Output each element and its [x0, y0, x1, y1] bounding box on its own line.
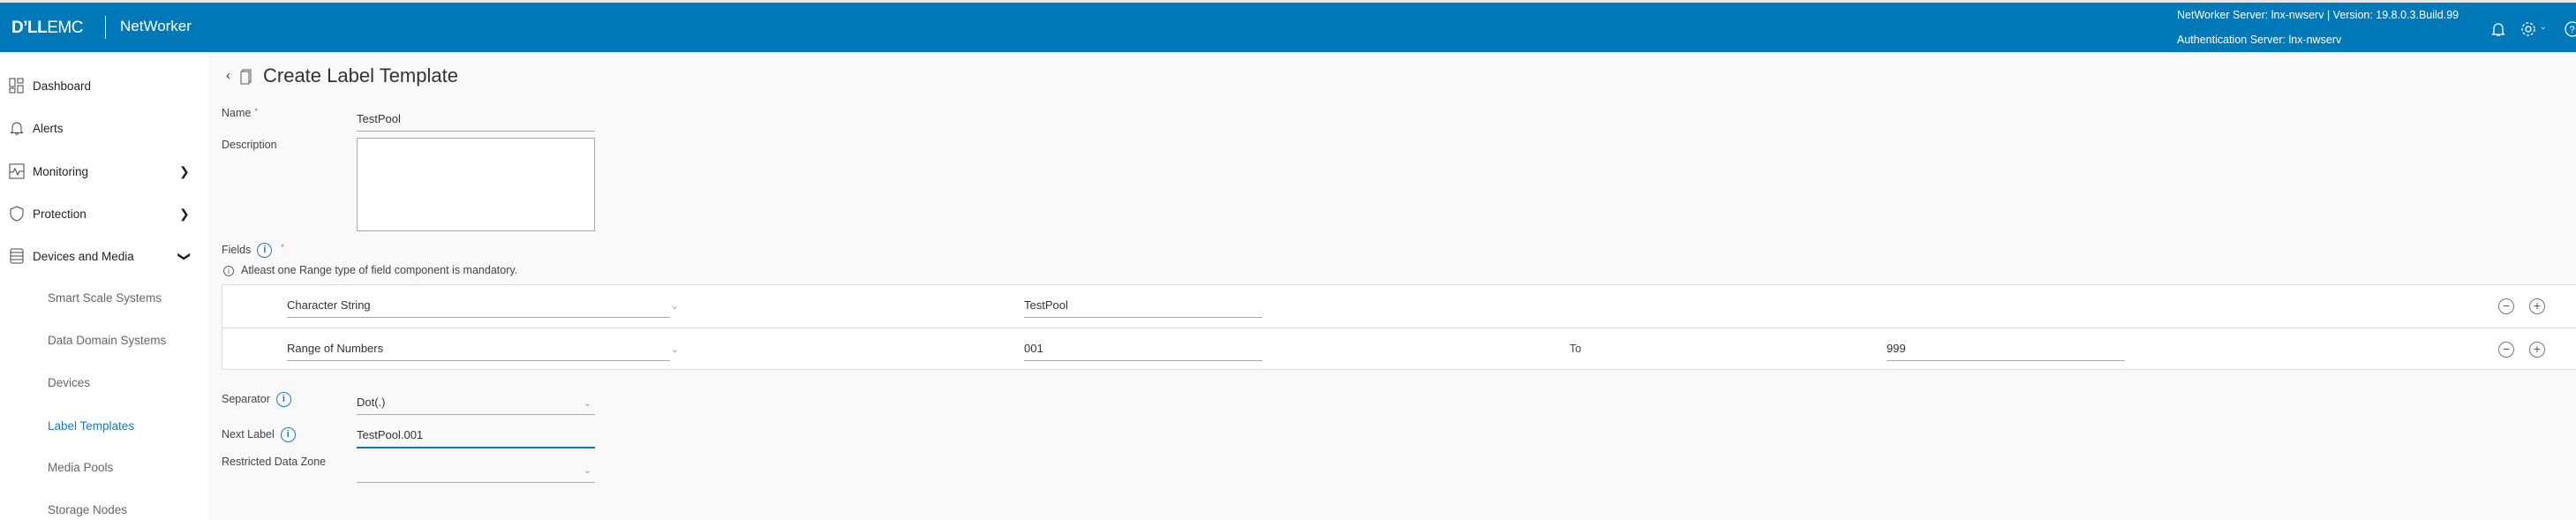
page-title: Create Label Template: [263, 64, 458, 87]
next-label-input[interactable]: TestPool.001: [357, 428, 595, 448]
chevron-down-icon: ⌄: [670, 301, 679, 312]
auth-server-info: Authentication Server: lnx-nwserv: [2177, 34, 2342, 46]
fields-note: i Atleast one Range type of field compone…: [223, 264, 517, 276]
add-field-button[interactable]: +: [2529, 342, 2545, 358]
bell-icon: [10, 122, 24, 135]
sidebar-subitem-devices[interactable]: Devices: [48, 376, 90, 389]
template-icon: [240, 69, 252, 85]
sidebar-subitem-label-templates[interactable]: Label Templates: [48, 419, 134, 433]
header-divider: [105, 16, 106, 39]
dashboard-icon: [9, 78, 24, 94]
remove-field-button[interactable]: −: [2498, 298, 2514, 314]
back-button[interactable]: ‹: [226, 68, 230, 83]
chevron-down-icon: ❯: [177, 251, 192, 261]
field-type-select[interactable]: Character String ⌄: [287, 298, 679, 318]
info-icon[interactable]: i: [275, 392, 291, 407]
separator-label: Separator i: [222, 392, 291, 407]
sidebar-item-protection[interactable]: Protection ❯: [0, 200, 208, 227]
fields-label: Fields i *: [222, 243, 284, 258]
chevron-down-icon: ⌄: [583, 398, 591, 409]
name-input[interactable]: TestPool: [357, 112, 595, 132]
app-header: D’LLEMC NetWorker NetWorker Server: lnx-…: [0, 3, 2576, 52]
chevron-down-icon: ⌄: [670, 344, 679, 355]
add-field-button[interactable]: +: [2529, 298, 2545, 314]
storage-icon: [10, 248, 24, 264]
sidebar-item-monitoring[interactable]: Monitoring ❯: [0, 158, 208, 185]
range-to-input[interactable]: 999: [1887, 342, 2125, 361]
chevron-down-icon: ⌄: [583, 465, 591, 476]
description-textarea[interactable]: [357, 138, 595, 231]
field-row: Range of Numbers ⌄ 001 To 999 − +: [222, 328, 2576, 370]
svg-text:?: ?: [2570, 25, 2575, 35]
field-row: Character String ⌄ TestPool − +: [222, 285, 2576, 328]
sidebar-item-label: Monitoring: [33, 164, 89, 178]
remove-field-button[interactable]: −: [2498, 342, 2514, 358]
restricted-data-zone-label: Restricted Data Zone: [222, 456, 327, 468]
product-name: NetWorker: [120, 18, 192, 34]
chevron-right-icon: ❯: [179, 206, 190, 221]
sidebar-item-dashboard[interactable]: Dashboard: [0, 72, 208, 99]
field-value-input[interactable]: TestPool: [1024, 298, 1262, 318]
monitoring-icon: [9, 163, 25, 179]
sidebar-item-label: Protection: [33, 207, 87, 221]
description-label: Description: [222, 139, 277, 151]
dell-emc-logo: D’LLEMC: [11, 19, 83, 37]
bell-icon[interactable]: [2489, 20, 2507, 38]
help-icon[interactable]: ?: [2564, 20, 2576, 38]
info-icon[interactable]: i: [257, 243, 273, 258]
sidebar-subitem-smart-scale-systems[interactable]: Smart Scale Systems: [48, 291, 162, 305]
separator-select[interactable]: Dot(.) ⌄: [357, 396, 595, 415]
sidebar: Dashboard Alerts Monitoring ❯ Protection…: [0, 52, 208, 520]
sidebar-subitem-data-domain-systems[interactable]: Data Domain Systems: [48, 334, 166, 347]
sidebar-item-devices-and-media[interactable]: Devices and Media ❯: [0, 243, 208, 269]
next-label-label: Next Label i: [222, 427, 296, 442]
restricted-data-zone-select[interactable]: ⌄: [357, 463, 595, 483]
sidebar-item-label: Alerts: [33, 121, 64, 135]
sidebar-item-label: Devices and Media: [33, 249, 134, 263]
sidebar-item-alerts[interactable]: Alerts: [0, 115, 208, 141]
info-icon[interactable]: i: [280, 427, 296, 442]
info-icon: i: [223, 266, 234, 276]
gear-chevron-icon[interactable]: ⌄: [2540, 22, 2547, 32]
shield-icon: [10, 206, 24, 222]
gear-icon[interactable]: [2520, 20, 2537, 38]
name-label: Name *: [222, 107, 258, 119]
sidebar-subitem-storage-nodes[interactable]: Storage Nodes: [48, 503, 127, 516]
field-type-select[interactable]: Range of Numbers ⌄: [287, 342, 679, 361]
sidebar-subitem-media-pools[interactable]: Media Pools: [48, 461, 113, 474]
range-from-input[interactable]: 001: [1024, 342, 1262, 361]
fields-table: Character String ⌄ TestPool − + Range of …: [222, 284, 2576, 370]
chevron-right-icon: ❯: [179, 163, 190, 178]
sidebar-item-label: Dashboard: [33, 79, 92, 93]
server-info: NetWorker Server: lnx-nwserv | Version: …: [2177, 9, 2459, 21]
range-to-label: To: [1570, 343, 1582, 355]
